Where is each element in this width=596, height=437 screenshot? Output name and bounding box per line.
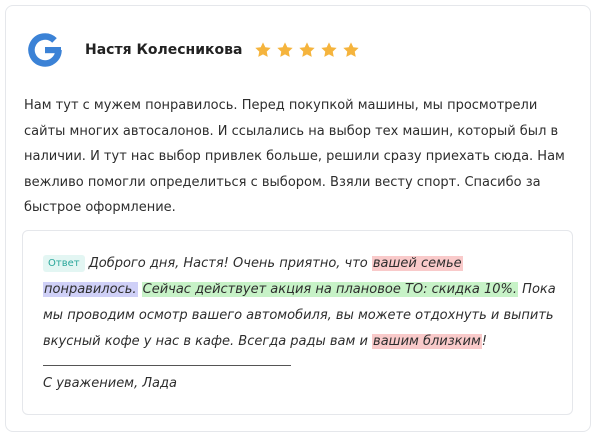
star-icon [343,42,360,57]
reply-text: Ответ Доброго дня, Настя! Очень приятно, … [43,251,557,355]
signature-divider [43,365,291,366]
highlight-promo: Сейчас действует акция на плановое ТО: с… [141,282,519,297]
highlight-family: вашей семье [371,256,463,271]
highlight-close-ones: вашим близким [372,334,482,349]
review-text: Нам тут с мужем понравилось. Перед покуп… [24,98,565,215]
reply-box: Ответ Доброго дня, Настя! Очень приятно, … [22,230,573,415]
reply-badge: Ответ [43,255,85,272]
author-name: Настя Колесникова [85,42,243,58]
star-icon [321,42,338,57]
star-icon [277,42,294,57]
highlight-liked: понравилось. [43,282,138,297]
reply-segment: Доброго дня, Настя! Очень приятно, что [88,256,372,271]
reply-signature: С уважением, Лада [43,376,177,391]
rating-stars [254,41,360,59]
star-icon [299,42,316,57]
google-g-icon [25,30,65,70]
review-header: Настя Колесникова [25,30,360,70]
reply-segment: ! [481,334,487,349]
star-icon [255,42,272,57]
